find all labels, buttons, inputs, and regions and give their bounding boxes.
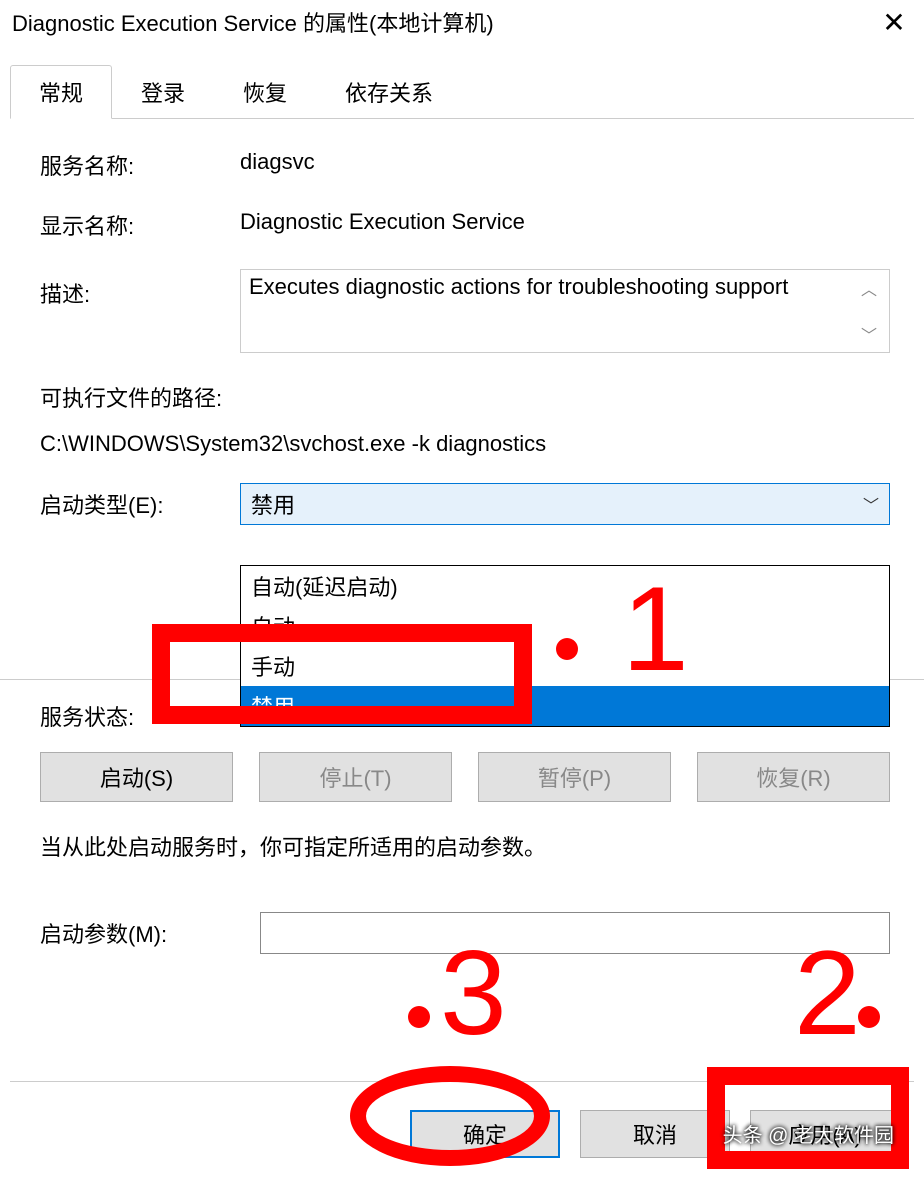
scroll-up-icon[interactable]: ︿ [857,276,881,300]
watermark-text: 头条 @ 老大软件园 [723,1119,894,1148]
start-params-input[interactable] [260,912,890,954]
description-scrollbar[interactable]: ︿ ﹀ [857,274,881,348]
label-exe-path: 可执行文件的路径: [40,381,890,413]
dropdown-option-disabled[interactable]: 禁用 [241,686,889,726]
titlebar: Diagnostic Execution Service 的属性(本地计算机) … [0,0,924,44]
label-startup-type: 启动类型(E): [40,488,240,520]
pause-button: 暂停(P) [478,752,671,802]
startup-type-select[interactable]: 禁用 ﹀ [240,483,890,525]
window-title: Diagnostic Execution Service 的属性(本地计算机) [12,6,494,38]
tab-logon[interactable]: 登录 [112,65,214,119]
dropdown-option-auto-delayed[interactable]: 自动(延迟启动) [241,566,889,606]
chevron-down-icon: ﹀ [863,492,879,516]
label-service-status: 服务状态: [40,700,240,732]
bottom-divider [10,1081,914,1082]
value-service-name: diagsvc [240,149,890,175]
annotation-dot-3 [408,1006,430,1028]
label-description: 描述: [40,269,240,309]
startup-type-dropdown[interactable]: 自动(延迟启动) 自动 手动 禁用 [240,565,890,727]
tabs: 常规 登录 恢复 依存关系 [10,64,914,119]
tab-dependencies[interactable]: 依存关系 [316,65,462,119]
dropdown-option-auto[interactable]: 自动 [241,606,889,646]
label-service-name: 服务名称: [40,149,240,181]
tab-content: 服务名称: diagsvc 显示名称: Diagnostic Execution… [0,119,924,954]
tab-recovery[interactable]: 恢复 [214,65,316,119]
start-button[interactable]: 启动(S) [40,752,233,802]
scroll-down-icon[interactable]: ﹀ [857,322,881,346]
value-description: Executes diagnostic actions for troubles… [249,274,857,348]
value-display-name: Diagnostic Execution Service [240,209,890,235]
tab-general[interactable]: 常规 [10,65,112,119]
hint-text: 当从此处启动服务时，你可指定所适用的启动参数。 [40,830,890,862]
dropdown-option-manual[interactable]: 手动 [241,646,889,686]
label-display-name: 显示名称: [40,209,240,241]
value-exe-path: C:\WINDOWS\System32\svchost.exe -k diagn… [40,431,890,457]
watermark: 头条 @ 老大软件园 [723,1119,894,1148]
cancel-button[interactable]: 取消 [580,1110,730,1158]
startup-type-value: 禁用 [251,488,295,520]
annotation-dot-2 [858,1006,880,1028]
ok-button[interactable]: 确定 [410,1110,560,1158]
description-box: Executes diagnostic actions for troubles… [240,269,890,353]
label-start-params: 启动参数(M): [40,917,260,949]
resume-button: 恢复(R) [697,752,890,802]
close-icon[interactable]: ✕ [872,6,916,39]
stop-button: 停止(T) [259,752,452,802]
